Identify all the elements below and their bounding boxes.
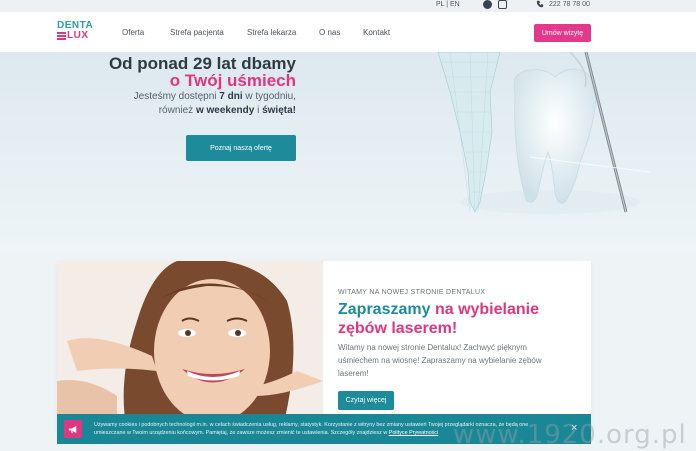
hero-sub-text: w tygodniu, bbox=[242, 91, 296, 102]
hero-sub-text: Jesteśmy dostępni bbox=[133, 91, 220, 102]
promo-card: WITAMY NA NOWEJ STRONIE DENTALUX Zaprasz… bbox=[57, 261, 591, 431]
nav-item-strefa-lekarza[interactable]: Strefa lekarza bbox=[247, 28, 296, 37]
nav-item-strefa-pacjenta[interactable]: Strefa pacjenta bbox=[170, 28, 224, 37]
hero-sub-text: i bbox=[254, 105, 263, 116]
hero-section: Od ponad 29 lat dbamy o Twój uśmiech Jes… bbox=[0, 52, 696, 252]
language-switcher[interactable]: PL | EN bbox=[436, 1, 460, 8]
cookie-text-line2: umieszczane w Twoim urządzeniu końcowym.… bbox=[94, 430, 389, 436]
hero-title-line2: o Twój uśmiech bbox=[169, 71, 296, 90]
main-navbar: DENTA LUX Oferta Strefa pacjenta Strefa … bbox=[0, 12, 696, 52]
top-bar: PL | EN 222 78 78 00 bbox=[0, 0, 696, 12]
promo-eyebrow: WITAMY NA NOWEJ STRONIE DENTALUX bbox=[338, 289, 486, 296]
megaphone-icon bbox=[68, 425, 76, 433]
phone-contact[interactable]: 222 78 78 00 bbox=[536, 0, 590, 8]
nav-item-kontakt[interactable]: Kontakt bbox=[363, 28, 390, 37]
instagram-icon[interactable] bbox=[498, 0, 507, 9]
dentalux-logo[interactable]: DENTA LUX bbox=[57, 21, 97, 43]
promo-description: Witamy na nowej stronie Dentalux! Zachwy… bbox=[338, 343, 542, 378]
phone-number: 222 78 78 00 bbox=[549, 0, 590, 8]
promo-title: Zapraszamy na wybielanie zębów laserem! bbox=[338, 300, 583, 338]
hero-sub-bold: w weekendy bbox=[195, 105, 255, 116]
privacy-policy-link[interactable]: Polityce Prywatności bbox=[389, 430, 438, 436]
social-links bbox=[483, 0, 507, 9]
watermark-text: www.1920.org.pl bbox=[453, 420, 687, 450]
logo-stripes bbox=[57, 32, 66, 41]
tooth-implant-illustration bbox=[437, 52, 650, 214]
promo-title-teal: Zapraszamy bbox=[338, 301, 431, 318]
hero-sub-text: również bbox=[158, 105, 196, 116]
nav-item-oferta[interactable]: Oferta bbox=[122, 28, 144, 37]
phone-icon bbox=[536, 0, 544, 8]
hero-subtitle: Jesteśmy dostępni 7 dni w tygodniu, równ… bbox=[80, 90, 296, 118]
book-appointment-button[interactable]: Umów wizytę bbox=[534, 24, 591, 42]
facebook-icon[interactable] bbox=[483, 0, 492, 9]
nav-item-o-nas[interactable]: O nas bbox=[319, 28, 340, 37]
hero-sub-bold: 7 dni bbox=[219, 91, 243, 102]
offer-button[interactable]: Poznaj naszą ofertę bbox=[186, 135, 296, 161]
cookie-megaphone-icon bbox=[64, 420, 82, 438]
hero-sub-bold: święta! bbox=[262, 105, 296, 116]
smiling-woman-photo bbox=[57, 261, 323, 431]
read-more-button[interactable]: Czytaj więcej bbox=[338, 391, 394, 410]
